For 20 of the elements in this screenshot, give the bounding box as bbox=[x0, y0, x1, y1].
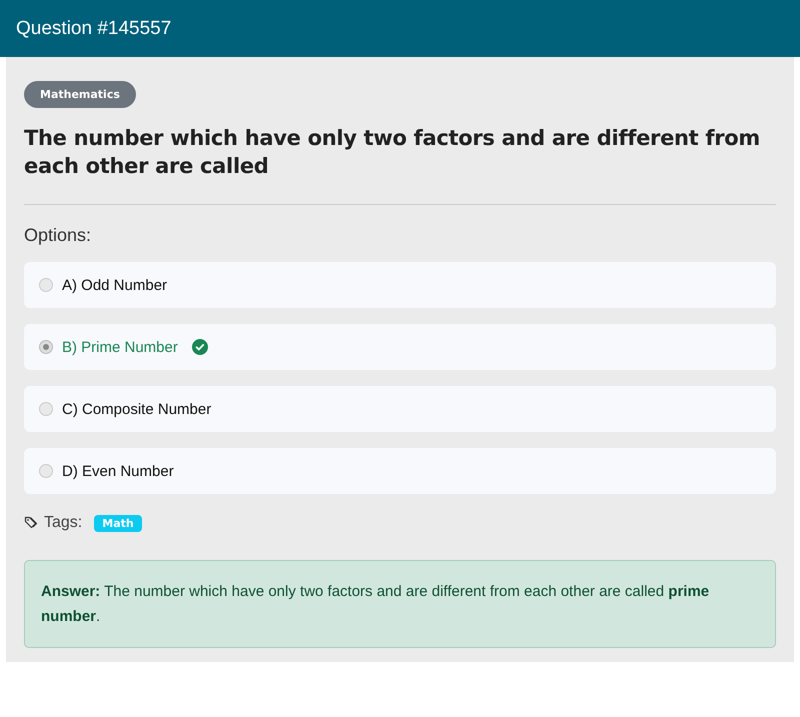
radio-button[interactable] bbox=[39, 402, 53, 416]
check-circle-icon bbox=[192, 339, 208, 355]
radio-button[interactable] bbox=[39, 278, 53, 292]
category-badge: Mathematics bbox=[24, 81, 136, 108]
tags-icon bbox=[24, 515, 40, 531]
option-row[interactable]: C) Composite Number bbox=[24, 386, 776, 432]
option-row[interactable]: D) Even Number bbox=[24, 448, 776, 494]
answer-text: Answer: The number which have only two factors and are different from each other are called prime number. bbox=[24, 560, 776, 648]
radio-button[interactable] bbox=[39, 340, 53, 354]
option-label: A) Odd Number bbox=[62, 276, 168, 294]
option-label: C) Composite Number bbox=[62, 400, 212, 418]
page-title: Question #145557 bbox=[16, 18, 172, 40]
question-text: The number which have only two factors and are different from each other are called bbox=[24, 125, 762, 180]
option-label: D) Even Number bbox=[62, 462, 174, 480]
radio-button[interactable] bbox=[39, 464, 53, 478]
options-label: Options: bbox=[24, 225, 92, 246]
tags-label: Tags: bbox=[44, 514, 82, 532]
option-row[interactable]: B) Prime Number bbox=[24, 324, 776, 370]
option-row[interactable]: A) Odd Number bbox=[24, 262, 776, 308]
option-label: B) Prime Number bbox=[62, 338, 178, 356]
